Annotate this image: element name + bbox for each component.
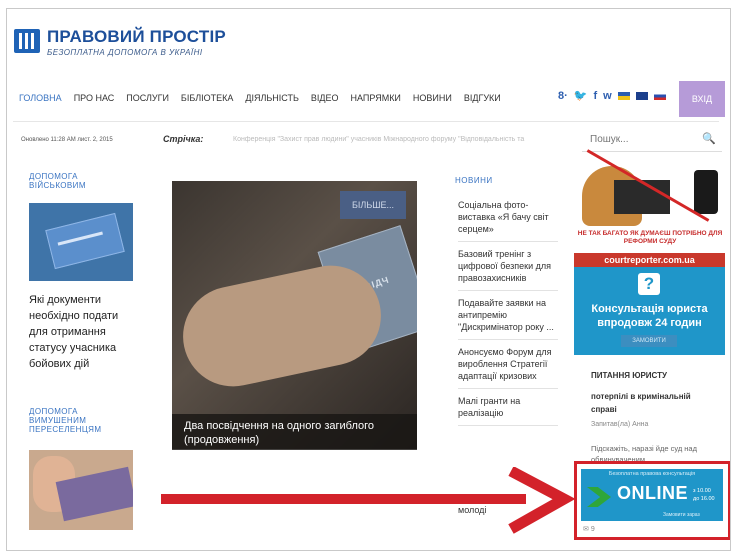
site-title[interactable]: ПРАВОВИЙ ПРОСТІР	[47, 27, 226, 47]
social-links: 8· 🐦 f w	[558, 89, 666, 102]
nav-item-video[interactable]: ВІДЕО	[311, 93, 339, 103]
nav-item-activity[interactable]: ДІЯЛЬНІСТЬ	[245, 93, 299, 103]
search-input[interactable]	[588, 133, 702, 146]
logo-icon[interactable]	[14, 29, 40, 53]
news-item[interactable]: Соціальна фото-виставка «Я бачу світ сер…	[458, 199, 558, 242]
order-consultation-button[interactable]: ЗАМОВИТИ	[621, 335, 677, 347]
featured-article-image[interactable]: ПОСВІДЧ	[172, 181, 417, 449]
more-button[interactable]: БІЛЬШЕ...	[340, 191, 406, 219]
nav-item-reviews[interactable]: ВІДГУКИ	[464, 93, 501, 103]
nav-item-directions[interactable]: НАПРЯМКИ	[351, 93, 401, 103]
online-top-text: Безоплатна правова консультація	[608, 471, 696, 477]
question-icon: ?	[638, 273, 660, 295]
news-item[interactable]: Малі гранти на реалізацію	[458, 395, 558, 426]
ticker-label: Стрічка:	[163, 134, 204, 144]
order-now-text: Замовити зараз	[663, 512, 700, 518]
facebook-icon[interactable]: f	[593, 90, 597, 102]
court-reform-banner[interactable]: НЕ ТАК БАГАТО ЯК ДУМАЄШ ПОТРІБНО ДЛЯ РЕФ…	[574, 149, 725, 254]
question-author: Запитав(ла) Анна	[591, 421, 649, 428]
google-plus-icon[interactable]: 8·	[558, 90, 568, 102]
online-consultation-highlight: Безоплатна правова консультація ONLINE з…	[574, 461, 730, 540]
search-box: 🔍	[582, 127, 722, 152]
nav-item-library[interactable]: БІБЛІОТЕКА	[181, 93, 233, 103]
red-arrow-annotation	[161, 467, 576, 534]
lawyer-consultation-banner[interactable]: ? Консультація юриста впродовж 24 годин …	[574, 267, 725, 355]
news-heading[interactable]: НОВИНИ	[455, 176, 493, 185]
ticker-text[interactable]: Конференція "Захист прав людини" учасник…	[233, 136, 553, 143]
twitter-icon[interactable]: 🐦	[574, 89, 588, 102]
comment-count: ✉ 9	[583, 526, 595, 533]
question-title[interactable]: потерпілі в кримінальній справі	[591, 390, 711, 416]
nav-item-news[interactable]: НОВИНИ	[413, 93, 452, 103]
divider	[13, 121, 719, 122]
russia-flag-icon[interactable]	[653, 91, 666, 100]
online-label: ONLINE	[617, 483, 689, 503]
site-tagline: БЕЗОПЛАТНА ДОПОМОГА В УКРАЇНІ	[47, 48, 203, 57]
search-icon[interactable]: 🔍	[702, 132, 716, 145]
uk-flag-icon[interactable]	[635, 91, 648, 100]
online-consultation-button[interactable]: Безоплатна правова консультація ONLINE з…	[581, 469, 723, 521]
news-list: Соціальна фото-виставка «Я бачу світ сер…	[458, 199, 558, 432]
online-hours: з 10.00 до 16.00	[693, 488, 715, 502]
military-article-image[interactable]	[29, 203, 133, 281]
vk-icon[interactable]: w	[603, 90, 612, 102]
courtreporter-link[interactable]: courtreporter.com.ua	[574, 253, 725, 267]
news-item[interactable]: Подавайте заявки на антипремію "Дискримі…	[458, 297, 558, 340]
featured-article-title[interactable]: Два посвідчення на одного загиблого (про…	[184, 419, 409, 447]
nav-item-services[interactable]: ПОСЛУГИ	[126, 93, 169, 103]
nav-item-home[interactable]: ГОЛОВНА	[19, 93, 62, 103]
consultation-title: Консультація юриста впродовж 24 годин	[591, 303, 708, 329]
court-reform-text: НЕ ТАК БАГАТО ЯК ДУМАЄШ ПОТРІБНО ДЛЯ РЕФ…	[577, 230, 723, 245]
updated-timestamp: Оновлено 11:28 AM лист. 2, 2015	[21, 137, 113, 143]
featured-caption[interactable]: Два посвідчення на одного загиблого (про…	[172, 414, 417, 450]
nav-item-about[interactable]: ПРО НАС	[74, 93, 115, 103]
page-frame: ПРАВОВИЙ ПРОСТІР БЕЗОПЛАТНА ДОПОМОГА В У…	[6, 8, 731, 551]
news-item[interactable]: Базовий тренінг з цифрової безпеки для п…	[458, 248, 558, 291]
section-displaced-help[interactable]: ДОПОМОГА ВИМУШЕНИМ ПЕРЕСЕЛЕНЦЯМ	[29, 407, 129, 434]
login-button[interactable]: ВХІД	[679, 81, 725, 117]
military-article-title[interactable]: Які документи необхідно подати для отрим…	[29, 292, 139, 372]
news-item[interactable]: Анонсуємо Форум для вироблення Стратегії…	[458, 346, 558, 389]
ukraine-flag-icon[interactable]	[617, 91, 630, 100]
double-chevron-icon	[587, 487, 611, 507]
displaced-article-image[interactable]	[29, 450, 133, 530]
main-nav: ГОЛОВНА ПРО НАС ПОСЛУГИ БІБЛІОТЕКА ДІЯЛЬ…	[19, 93, 513, 103]
section-military-help[interactable]: ДОПОМОГА ВІЙСЬКОВИМ	[29, 172, 109, 190]
lawyer-questions-heading[interactable]: ПИТАННЯ ЮРИСТУ	[591, 371, 667, 380]
